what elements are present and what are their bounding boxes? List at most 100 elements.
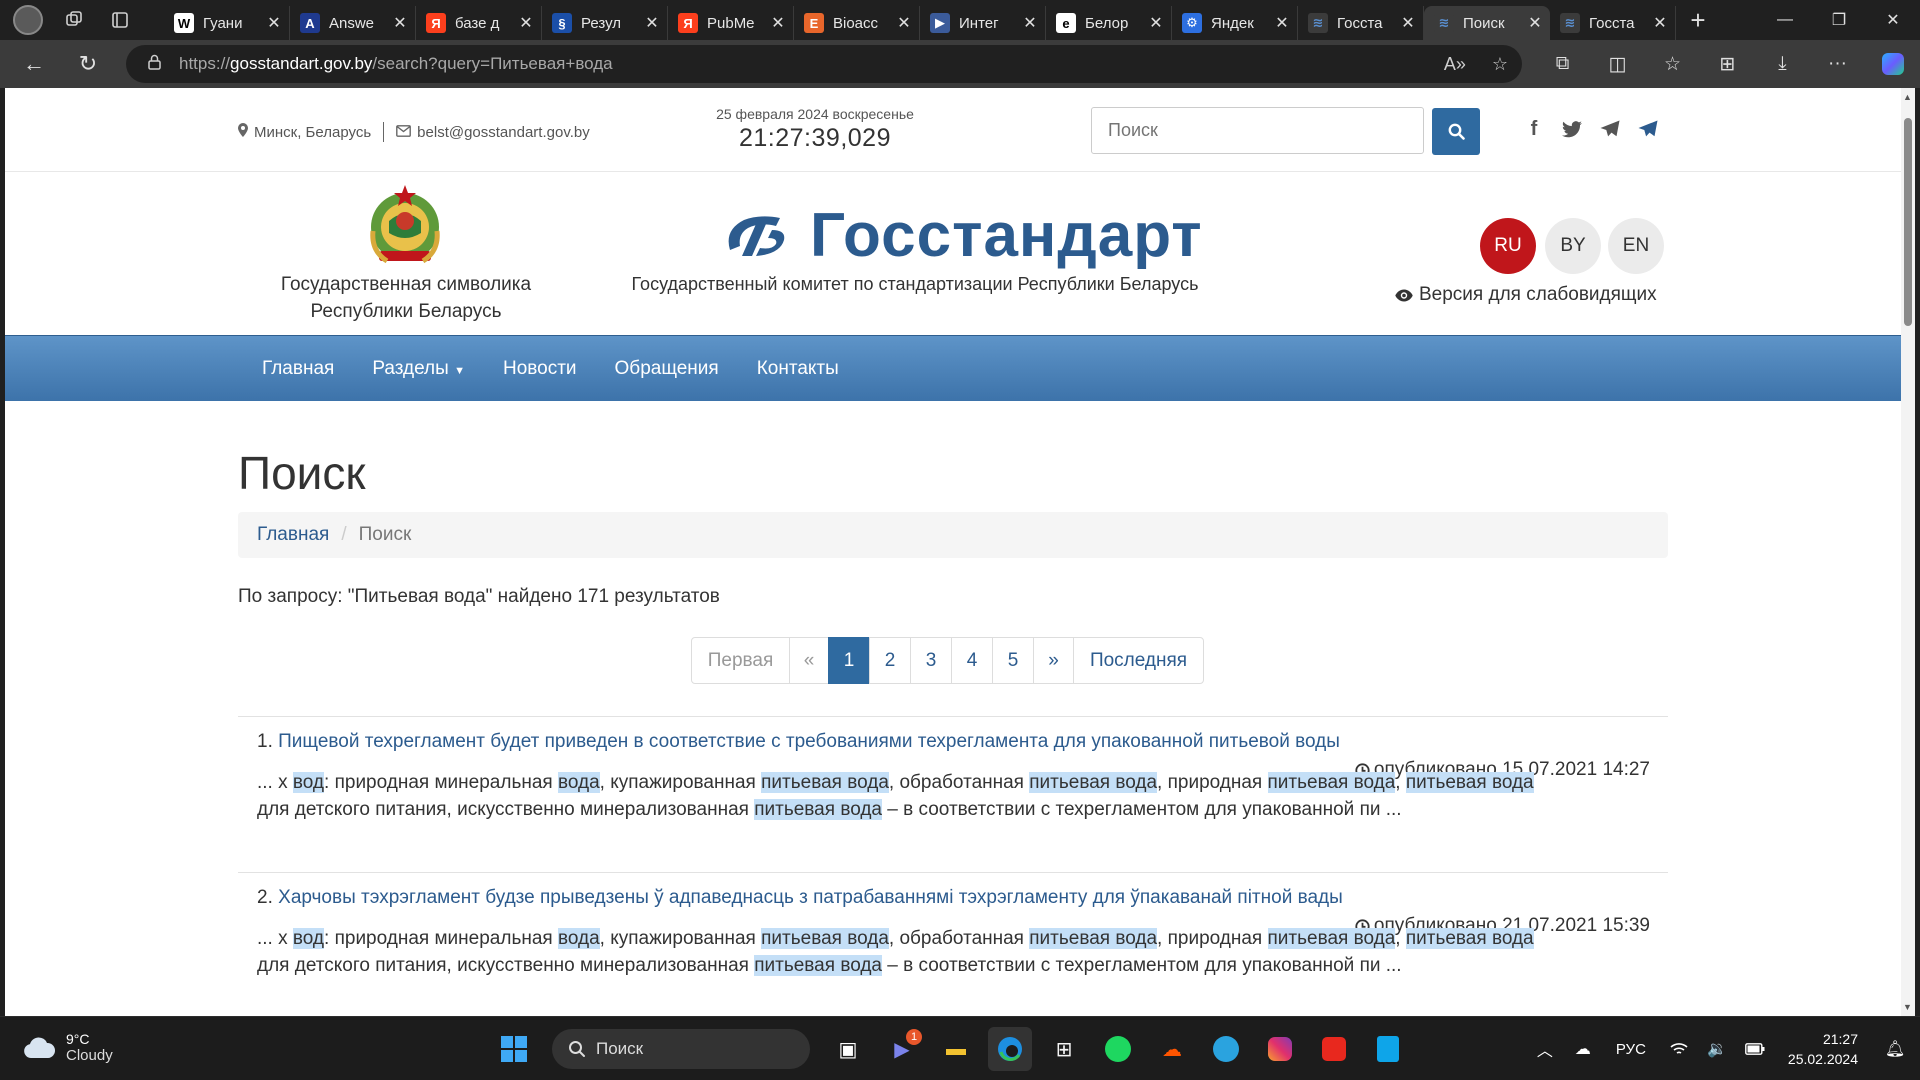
tab-close-icon[interactable]: ✕ bbox=[1021, 13, 1039, 33]
weather-widget[interactable]: 9°C Cloudy bbox=[22, 1031, 113, 1064]
notepad-icon[interactable] bbox=[1366, 1027, 1410, 1071]
low-vision-link[interactable]: Версия для слабовидящих bbox=[1395, 284, 1657, 306]
state-emblem-icon[interactable] bbox=[361, 181, 449, 269]
pager-next[interactable]: » bbox=[1033, 637, 1074, 684]
page-scrollbar[interactable]: ▲ ▼ bbox=[1901, 88, 1915, 1016]
result-title-link[interactable]: Пищевой техрегламент будет приведен в со… bbox=[278, 731, 1340, 752]
site-search-input[interactable] bbox=[1091, 107, 1424, 154]
close-window-button[interactable]: ✕ bbox=[1866, 0, 1920, 40]
collections-icon[interactable]: ⊞ bbox=[1700, 40, 1755, 88]
acrobat-icon[interactable] bbox=[1312, 1027, 1356, 1071]
task-view-icon[interactable]: ▣ bbox=[826, 1027, 870, 1071]
workspaces-icon[interactable] bbox=[58, 4, 90, 36]
teams-icon[interactable]: ▶ 1 bbox=[880, 1027, 924, 1071]
maximize-button[interactable]: ❐ bbox=[1812, 0, 1866, 40]
telegram-icon[interactable] bbox=[1597, 116, 1623, 142]
new-tab-button[interactable]: + bbox=[1676, 3, 1720, 37]
browser-tab[interactable]: ≋ Госста ✕ bbox=[1298, 6, 1424, 40]
tab-list: W Гуани ✕ A Answe ✕ Ябазе д ✕ § Резул ✕ Я PubMe ✕ E Bio… bbox=[164, 0, 1676, 40]
menu-item-sections[interactable]: Разделы ▼ bbox=[353, 336, 484, 402]
read-aloud-icon[interactable]: A» bbox=[1444, 54, 1466, 75]
wifi-icon[interactable] bbox=[1664, 1042, 1694, 1056]
instagram-icon[interactable] bbox=[1258, 1027, 1302, 1071]
volume-icon[interactable]: 🔉 bbox=[1702, 1039, 1732, 1059]
tab-close-icon[interactable]: ✕ bbox=[517, 13, 535, 33]
reload-button[interactable]: ↻ bbox=[68, 44, 108, 84]
tab-close-icon[interactable]: ✕ bbox=[643, 13, 661, 33]
edge-icon[interactable] bbox=[988, 1027, 1032, 1071]
tab-close-icon[interactable]: ✕ bbox=[391, 13, 409, 33]
browser-tab[interactable]: Я PubMe ✕ bbox=[668, 6, 794, 40]
tab-close-icon[interactable]: ✕ bbox=[1273, 13, 1291, 33]
result-title-link[interactable]: Харчовы тэхрэгламент будзе прыведзены ў … bbox=[278, 887, 1343, 908]
site-logo[interactable]: Госстандарт bbox=[720, 200, 1203, 271]
tab-close-icon[interactable]: ✕ bbox=[895, 13, 913, 33]
emblem-caption[interactable]: Государственная символика Республики Бел… bbox=[238, 271, 574, 325]
tab-close-icon[interactable]: ✕ bbox=[265, 13, 283, 33]
split-screen-icon[interactable]: ◫ bbox=[1590, 40, 1645, 88]
browser-tab[interactable]: ⚙ Яндек ✕ bbox=[1172, 6, 1298, 40]
spotify-icon[interactable] bbox=[1096, 1027, 1140, 1071]
notification-bell-icon[interactable]: 🔔︎ bbox=[1880, 1039, 1910, 1059]
facebook-icon[interactable]: f bbox=[1521, 116, 1547, 142]
menu-item-home[interactable]: Главная bbox=[243, 336, 353, 402]
pager-page-4[interactable]: 4 bbox=[951, 637, 993, 684]
browser-tab[interactable]: E Bioacc ✕ bbox=[794, 6, 920, 40]
email-link[interactable]: belst@gosstandart.gov.by bbox=[417, 124, 590, 141]
browser-tab[interactable]: A Answe ✕ bbox=[290, 6, 416, 40]
pager-last[interactable]: Последняя bbox=[1073, 637, 1204, 684]
taskbar-search[interactable]: Поиск bbox=[552, 1029, 810, 1069]
favorites-icon[interactable]: ☆ bbox=[1645, 40, 1700, 88]
browser-tab[interactable]: e Белор ✕ bbox=[1046, 6, 1172, 40]
tab-favicon-icon: e bbox=[1056, 13, 1076, 33]
minimize-button[interactable]: — bbox=[1758, 0, 1812, 40]
tray-overflow-chevron-icon[interactable]: ︿ bbox=[1530, 1037, 1560, 1061]
tab-close-icon[interactable]: ✕ bbox=[1399, 13, 1417, 33]
taskbar-clock[interactable]: 21:27 25.02.2024 bbox=[1788, 1029, 1858, 1069]
back-button[interactable]: ← bbox=[14, 44, 54, 84]
extensions-icon[interactable]: ⧉ bbox=[1535, 40, 1590, 88]
input-language[interactable]: РУС bbox=[1616, 1041, 1646, 1058]
pager-page-3[interactable]: 3 bbox=[910, 637, 952, 684]
url-field[interactable]: https://gosstandart.gov.by/search?query=… bbox=[126, 45, 1522, 83]
network-status-icon[interactable]: ☁ bbox=[1568, 1039, 1598, 1059]
pager-page-1[interactable]: 1 bbox=[828, 637, 870, 684]
browser-tab[interactable]: § Резул ✕ bbox=[542, 6, 668, 40]
twitter-icon[interactable] bbox=[1559, 116, 1585, 142]
lang-en-button[interactable]: EN bbox=[1608, 218, 1664, 274]
pager-page-2[interactable]: 2 bbox=[869, 637, 911, 684]
scroll-up-arrow-icon[interactable]: ▲ bbox=[1903, 92, 1912, 102]
menu-item-news[interactable]: Новости bbox=[484, 336, 596, 402]
file-explorer-icon[interactable]: ▬ bbox=[934, 1027, 978, 1071]
tab-close-icon[interactable]: ✕ bbox=[1651, 13, 1669, 33]
lang-ru-button[interactable]: RU bbox=[1480, 218, 1536, 274]
browser-tab[interactable]: Ябазе д ✕ bbox=[416, 6, 542, 40]
battery-icon[interactable] bbox=[1740, 1043, 1770, 1055]
telegram-icon[interactable] bbox=[1204, 1027, 1248, 1071]
more-menu-icon[interactable]: ··· bbox=[1810, 40, 1865, 88]
pager-page-5[interactable]: 5 bbox=[992, 637, 1034, 684]
tab-close-icon[interactable]: ✕ bbox=[1147, 13, 1165, 33]
telegram-channel-icon[interactable] bbox=[1635, 116, 1661, 142]
start-button[interactable] bbox=[492, 1027, 536, 1071]
downloads-icon[interactable]: ⤓ bbox=[1755, 40, 1810, 88]
copilot-icon[interactable] bbox=[1865, 40, 1920, 88]
browser-tab[interactable]: ▶ Интег ✕ bbox=[920, 6, 1046, 40]
site-search-button[interactable] bbox=[1432, 108, 1480, 155]
menu-item-appeals[interactable]: Обращения bbox=[596, 336, 738, 402]
soundcloud-icon[interactable]: ☁ bbox=[1150, 1027, 1194, 1071]
tab-close-icon[interactable]: ✕ bbox=[769, 13, 787, 33]
breadcrumb-home-link[interactable]: Главная bbox=[257, 524, 329, 546]
scroll-down-arrow-icon[interactable]: ▼ bbox=[1903, 1002, 1912, 1012]
tab-close-icon[interactable]: ✕ bbox=[1526, 13, 1544, 33]
favorite-star-icon[interactable]: ☆ bbox=[1492, 54, 1508, 75]
browser-tab[interactable]: ≋ Поиск ✕ bbox=[1424, 6, 1550, 40]
menu-item-contacts[interactable]: Контакты bbox=[738, 336, 858, 402]
browser-tab[interactable]: W Гуани ✕ bbox=[164, 6, 290, 40]
profile-button[interactable] bbox=[12, 4, 44, 36]
browser-tab[interactable]: ≋ Госста ✕ bbox=[1550, 6, 1676, 40]
store-icon[interactable]: ⊞ bbox=[1042, 1027, 1086, 1071]
lang-by-button[interactable]: BY bbox=[1545, 218, 1601, 274]
scrollbar-thumb[interactable] bbox=[1904, 118, 1912, 326]
tab-actions-icon[interactable] bbox=[104, 4, 136, 36]
